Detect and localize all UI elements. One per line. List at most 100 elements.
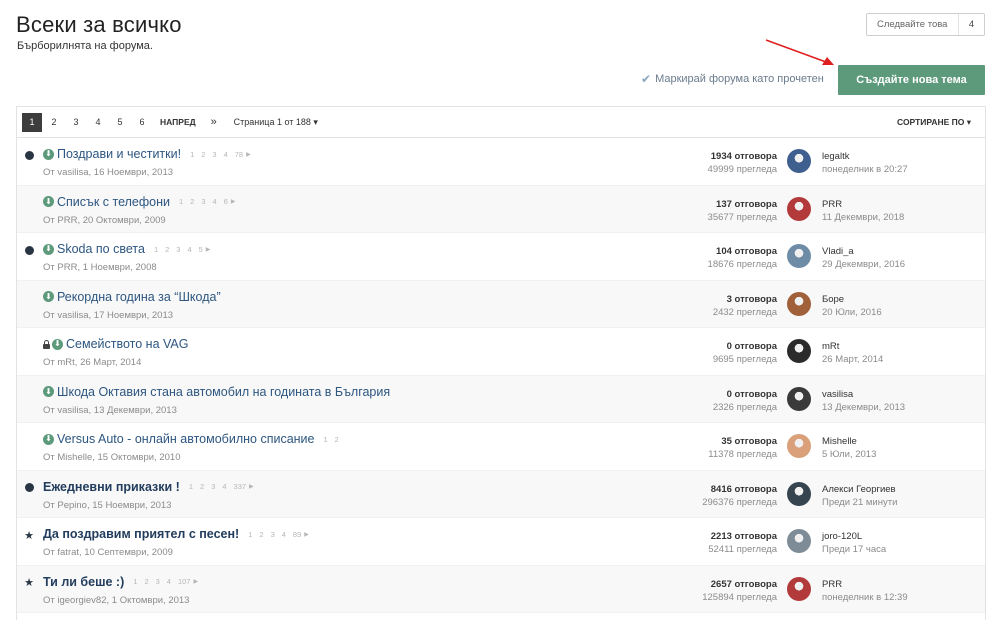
topic-page-link[interactable]: 1 [190, 150, 194, 159]
topic-page-link[interactable]: 1 [179, 197, 183, 206]
topic-page-link[interactable]: 3 [212, 150, 216, 159]
topic-page-link[interactable]: 1 [189, 482, 193, 491]
last-poster-link[interactable]: Mishelle [822, 435, 876, 448]
topic-page-link[interactable]: 4 [222, 482, 226, 491]
topic-page-link[interactable]: 3 [211, 482, 215, 491]
follow-button[interactable]: Следвайте това 4 [866, 13, 985, 36]
topic-page-link[interactable]: 4 [224, 150, 228, 159]
topic-title-link[interactable]: Ти ли беше :) [43, 575, 124, 589]
topic-row[interactable]: ⬇ Семейството на VAG От mRt, 26 Март, 20… [17, 328, 985, 376]
topic-mini-pagination: 1 2 3 4 5 ▶ [154, 245, 210, 254]
topic-page-link[interactable]: 3 [176, 245, 180, 254]
topic-row[interactable]: ⬇ Шкода Октавия стана автомобил на годин… [17, 375, 985, 423]
page-link-2[interactable]: 2 [44, 113, 64, 132]
topic-page-link[interactable]: 2 [201, 150, 205, 159]
topic-title-link[interactable]: Шкода Октавия стана автомобил на годинат… [57, 385, 390, 399]
topic-title-link[interactable]: Рекордна година за “Шкода” [57, 290, 221, 304]
pinned-icon: ⬇ [43, 196, 54, 207]
avatar[interactable] [787, 244, 811, 268]
topic-page-link[interactable]: 337 [234, 482, 247, 491]
topic-title-link[interactable]: Ежедневни приказки ! [43, 480, 180, 494]
topic-page-link[interactable]: 3 [201, 197, 205, 206]
topic-page-link[interactable]: 4 [282, 530, 286, 539]
avatar[interactable] [787, 481, 811, 506]
topic-title-line: ⬇ Skoda по света 1 2 3 4 5 ▶ [43, 242, 210, 256]
topic-page-link[interactable]: 2 [190, 197, 194, 206]
page-link-3[interactable]: 3 [66, 113, 86, 132]
page-link-5[interactable]: 5 [110, 113, 130, 132]
last-poster-link[interactable]: PRR [822, 578, 908, 591]
topic-row[interactable]: ⬇ Списък с телефони 1 2 3 4 6 ▶ От PRR, 20 Ок… [17, 185, 985, 233]
page-link-1[interactable]: 1 [22, 112, 42, 132]
topic-row[interactable]: ★ Ти ли беше :) 1 2 3 4 107 ▶ От igeorgiev82,… [17, 565, 985, 613]
topic-row[interactable]: ⬇ Поздрави и честитки! 1 2 3 4 78 ▶ От vasili… [17, 138, 985, 186]
last-poster-link[interactable]: Алекси Георгиев [822, 483, 897, 496]
topic-page-link[interactable]: 78 [235, 150, 243, 159]
topic-page-link[interactable]: 5 [199, 245, 203, 254]
topic-meta: От PRR, 1 Ноември, 2008 [43, 262, 157, 273]
topic-page-link[interactable]: 4 [167, 577, 171, 586]
next-page-link[interactable]: НАПРЕД [154, 113, 202, 132]
topic-page-link[interactable]: 1 [133, 577, 137, 586]
page-jump-dropdown[interactable]: Страница 1 от 188 ▾ [226, 113, 326, 132]
avatar[interactable] [787, 434, 811, 458]
topic-title-link[interactable]: Versus Auto - онлайн автомобилно списани… [57, 432, 314, 446]
topic-page-link[interactable]: 4 [213, 197, 217, 206]
last-poster-link[interactable]: Vladi_a [822, 245, 905, 258]
avatar[interactable] [787, 196, 811, 221]
page-link-6[interactable]: 6 [132, 113, 152, 132]
topic-page-link[interactable]: 3 [271, 530, 275, 539]
last-post-info: Vladi_a 29 Декември, 2016 [822, 245, 905, 271]
avatar[interactable] [787, 291, 811, 316]
last-post-time: 20 Юли, 2016 [822, 306, 882, 318]
topic-title-link[interactable]: Списък с телефони [57, 195, 170, 209]
avatar[interactable] [787, 339, 811, 363]
topic-title-line: ⬇ Поздрави и честитки! 1 2 3 4 78 ▶ [43, 147, 251, 161]
last-post-time: 5 Юли, 2013 [822, 449, 877, 460]
topic-page-link[interactable]: 1 [248, 530, 252, 539]
topic-title-link[interactable]: Поздрави и честитки! [57, 147, 181, 161]
topic-page-link[interactable]: 107 [178, 577, 191, 586]
new-topic-button[interactable]: Създайте нова тема [838, 65, 985, 95]
topic-page-link[interactable]: 6 [224, 197, 228, 206]
topic-page-link[interactable]: 2 [335, 435, 339, 444]
last-poster-link[interactable]: legaltk [822, 150, 908, 163]
topic-page-link[interactable]: 89 [293, 530, 301, 539]
sort-dropdown[interactable]: СОРТИРАНЕ ПО ▾ [897, 117, 971, 128]
last-poster-link[interactable]: mRt [822, 340, 883, 353]
topic-page-link[interactable]: 2 [200, 482, 204, 491]
topic-page-link[interactable]: 1 [323, 435, 327, 444]
topic-page-link[interactable]: 3 [156, 577, 160, 586]
topic-title-link[interactable]: Skoda по света [57, 242, 145, 256]
avatar[interactable] [787, 576, 811, 601]
topic-page-link[interactable]: 2 [144, 577, 148, 586]
topic-title-link[interactable]: Да поздравим приятел с песен! [43, 527, 239, 541]
topic-page-link[interactable]: 2 [259, 530, 263, 539]
page-link-4[interactable]: 4 [88, 113, 108, 132]
avatar[interactable] [787, 386, 811, 411]
topic-row[interactable]: ⬇ Versus Auto - онлайн автомобилно списа… [17, 423, 985, 471]
last-poster-link[interactable]: Боре [822, 293, 882, 306]
topic-title-link[interactable]: Семейството на VAG [66, 337, 188, 351]
topic-row[interactable]: ⬇ Рекордна година за “Шкода” От vasilisa… [17, 280, 985, 328]
topic-page-link[interactable]: 2 [165, 245, 169, 254]
avatar[interactable] [787, 529, 811, 553]
last-page-link[interactable]: » [204, 113, 224, 132]
topic-page-link[interactable]: 1 [154, 245, 158, 254]
last-poster-link[interactable]: PRR [822, 198, 904, 211]
topic-row[interactable]: ★ Да поздравим приятел с песен! 1 2 3 4 89 ▶ … [17, 518, 985, 566]
last-poster-link[interactable]: joro-120L [822, 530, 886, 543]
last-poster-link[interactable]: vasilisa [822, 388, 905, 401]
topic-row[interactable]: ⬇ Skoda по света 1 2 3 4 5 ▶ От PRR, 1 Ноемвр… [17, 233, 985, 281]
mark-read-link[interactable]: ✔ Маркирай форума като прочетен [641, 72, 824, 86]
topic-page-link[interactable]: 4 [187, 245, 191, 254]
reply-count: 0 отговора [726, 341, 777, 352]
topic-title-line: Ти ли беше :) 1 2 3 4 107 ▶ [43, 575, 198, 589]
reply-count: 104 отговора [716, 246, 777, 257]
topic-row[interactable]: Ежедневни приказки ! 1 2 3 4 337 ▶ От Pepino,… [17, 470, 985, 518]
last-post-info: vasilisa 13 Декември, 2013 [822, 388, 905, 414]
last-post-info: PRR 11 Декември, 2018 [822, 198, 904, 224]
topic-meta: От mRt, 26 Март, 2014 [43, 357, 142, 368]
topic-title-line: Да поздравим приятел с песен! 1 2 3 4 89 ▶ [43, 527, 309, 541]
avatar[interactable] [787, 149, 811, 173]
